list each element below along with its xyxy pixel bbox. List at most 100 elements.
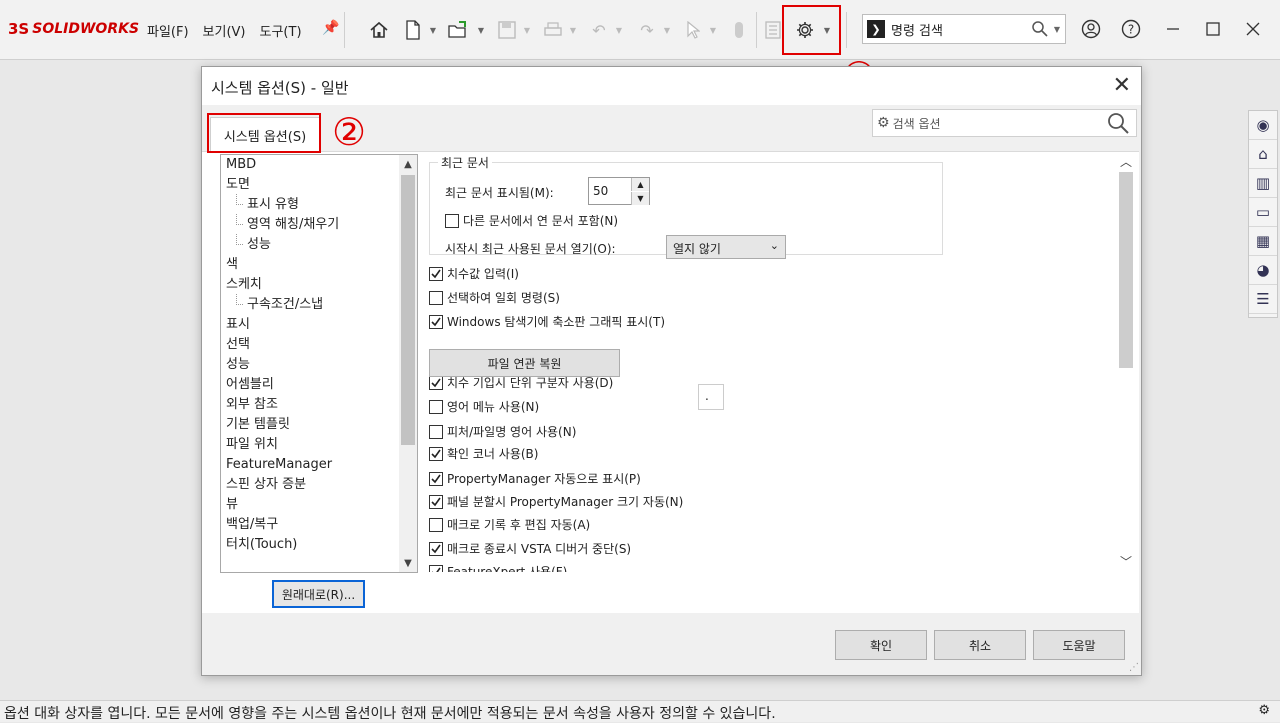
tree-item[interactable]: 터치(Touch): [226, 535, 417, 555]
tree-item[interactable]: 색: [226, 255, 417, 275]
scroll-up-chevron-icon[interactable]: ︿: [1115, 152, 1137, 170]
file-properties-button[interactable]: [762, 18, 784, 42]
options-scrollbar[interactable]: ︿ ﹀: [1115, 152, 1137, 572]
option-checkbox[interactable]: FeatureXpert 사용(F): [429, 563, 567, 572]
task-pane-design-library-icon[interactable]: ▥: [1249, 169, 1277, 198]
tree-item[interactable]: 표시 유형: [226, 195, 417, 215]
option-checkbox[interactable]: 매크로 종료시 VSTA 디버거 중단(S): [429, 540, 631, 557]
checkbox-box[interactable]: [429, 446, 443, 461]
status-options-icon[interactable]: ⚙: [1258, 703, 1270, 718]
recent-count-stepper[interactable]: 50 ▲ ▼: [588, 177, 650, 205]
open-dropdown-chevron-icon[interactable]: ▼: [476, 18, 486, 42]
tree-item[interactable]: 어셈블리: [226, 375, 417, 395]
task-pane-file-explorer-icon[interactable]: ▭: [1249, 198, 1277, 227]
ok-button[interactable]: 확인: [835, 630, 927, 660]
task-pane-resources-icon[interactable]: ◉: [1249, 111, 1277, 140]
tree-item[interactable]: 파일 위치: [226, 435, 417, 455]
checkbox-box[interactable]: [429, 471, 443, 486]
reset-button[interactable]: 원래대로(R)...: [272, 580, 365, 608]
stepper-down-icon[interactable]: ▼: [631, 192, 649, 205]
home-button[interactable]: [366, 18, 392, 42]
checkbox-box[interactable]: [429, 399, 443, 414]
print-button[interactable]: [540, 18, 566, 42]
tree-item[interactable]: 성능: [226, 355, 417, 375]
resize-grip-icon[interactable]: ⋰: [1129, 662, 1139, 673]
redo-button[interactable]: ↷: [634, 18, 660, 42]
command-search-chevron-icon[interactable]: ▼: [1054, 25, 1060, 34]
scroll-down-chevron-icon[interactable]: ﹀: [1115, 552, 1137, 570]
command-search-box[interactable]: ❯ 명령 검색 ▼: [862, 14, 1066, 44]
restore-file-associations-button[interactable]: 파일 연관 복원: [429, 349, 620, 377]
tree-item[interactable]: 영역 해칭/채우기: [226, 215, 417, 235]
option-checkbox[interactable]: 매크로 기록 후 편집 자동(A): [429, 516, 590, 533]
task-pane-custom-properties-icon[interactable]: ☰: [1249, 285, 1277, 314]
print-dropdown-chevron-icon[interactable]: ▼: [568, 18, 578, 42]
checkbox-box[interactable]: [429, 517, 443, 532]
tree-item[interactable]: 백업/복구: [226, 515, 417, 535]
menu-file[interactable]: 파일(F): [140, 21, 196, 40]
redo-dropdown-chevron-icon[interactable]: ▼: [662, 18, 672, 42]
close-window-button[interactable]: [1238, 14, 1268, 44]
checkbox-box[interactable]: [429, 541, 443, 556]
option-checkbox[interactable]: Windows 탐색기에 축소판 그래픽 표시(T): [429, 313, 665, 330]
rebuild-button[interactable]: [726, 18, 752, 42]
options-search-input[interactable]: 검색 옵션: [893, 115, 941, 132]
checkbox-box[interactable]: [445, 213, 459, 228]
option-checkbox[interactable]: 패널 분할시 PropertyManager 크기 자동(N): [429, 493, 683, 510]
checkbox-box[interactable]: [429, 266, 443, 281]
tree-scrollbar-thumb[interactable]: [401, 175, 415, 445]
search-icon[interactable]: [1106, 111, 1130, 140]
tree-item[interactable]: 성능: [226, 235, 417, 255]
tree-item[interactable]: MBD: [226, 155, 417, 175]
help-dialog-button[interactable]: 도움말: [1033, 630, 1125, 660]
save-dropdown-chevron-icon[interactable]: ▼: [522, 18, 532, 42]
option-checkbox[interactable]: 치수값 입력(I): [429, 265, 519, 282]
pin-icon[interactable]: 📌: [322, 20, 339, 36]
tree-item[interactable]: 외부 참조: [226, 395, 417, 415]
stepper-up-icon[interactable]: ▲: [631, 178, 649, 191]
recent-other-checkbox[interactable]: 다른 문서에서 연 문서 포함(N): [445, 212, 618, 229]
tree-item[interactable]: 구속조건/스냅: [226, 295, 417, 315]
task-pane-home-icon[interactable]: ⌂: [1249, 140, 1277, 169]
user-account-button[interactable]: [1076, 14, 1106, 44]
new-dropdown-chevron-icon[interactable]: ▼: [428, 18, 438, 42]
select-dropdown-chevron-icon[interactable]: ▼: [708, 18, 718, 42]
option-checkbox[interactable]: 선택하여 일회 명령(S): [429, 289, 560, 306]
task-pane-appearances-icon[interactable]: ◕: [1249, 256, 1277, 285]
checkbox-box[interactable]: [429, 424, 443, 439]
dialog-close-icon[interactable]: ✕: [1113, 73, 1131, 98]
tree-item[interactable]: 도면: [226, 175, 417, 195]
tree-item[interactable]: 표시: [226, 315, 417, 335]
checkbox-box[interactable]: [429, 564, 443, 572]
option-checkbox[interactable]: 피처/파일명 영어 사용(N): [429, 423, 576, 440]
help-button[interactable]: ?: [1116, 14, 1146, 44]
search-icon[interactable]: [1031, 20, 1049, 38]
tree-item[interactable]: 기본 템플릿: [226, 415, 417, 435]
task-pane-view-palette-icon[interactable]: ▦: [1249, 227, 1277, 256]
option-checkbox[interactable]: 영어 메뉴 사용(N): [429, 398, 539, 415]
undo-dropdown-chevron-icon[interactable]: ▼: [614, 18, 624, 42]
checkbox-box[interactable]: [429, 290, 443, 305]
scroll-down-chevron-icon[interactable]: ▼: [399, 554, 417, 572]
tree-item[interactable]: 뷰: [226, 495, 417, 515]
options-search-box[interactable]: ⚙ 검색 옵션: [872, 109, 1137, 137]
minimize-button[interactable]: [1158, 14, 1188, 44]
checkbox-box[interactable]: [429, 314, 443, 329]
undo-button[interactable]: ↶: [586, 18, 612, 42]
command-search-input[interactable]: 명령 검색: [891, 20, 1031, 39]
cancel-button[interactable]: 취소: [934, 630, 1026, 660]
menu-tools[interactable]: 도구(T): [253, 21, 309, 40]
new-document-button[interactable]: [400, 18, 426, 42]
save-button[interactable]: [494, 18, 520, 42]
separator-input[interactable]: .: [698, 384, 724, 410]
option-checkbox[interactable]: PropertyManager 자동으로 표시(P): [429, 470, 641, 487]
tree-item[interactable]: 스케치: [226, 275, 417, 295]
tree-scrollbar[interactable]: ▲ ▼: [399, 155, 417, 572]
select-button[interactable]: [680, 18, 706, 42]
tree-item[interactable]: FeatureManager: [226, 455, 417, 475]
tree-item[interactable]: 스핀 상자 증분: [226, 475, 417, 495]
option-checkbox[interactable]: 확인 코너 사용(B): [429, 445, 538, 462]
recent-count-value[interactable]: 50: [593, 184, 608, 198]
menu-view[interactable]: 보기(V): [196, 21, 253, 40]
scroll-up-chevron-icon[interactable]: ▲: [399, 155, 417, 173]
